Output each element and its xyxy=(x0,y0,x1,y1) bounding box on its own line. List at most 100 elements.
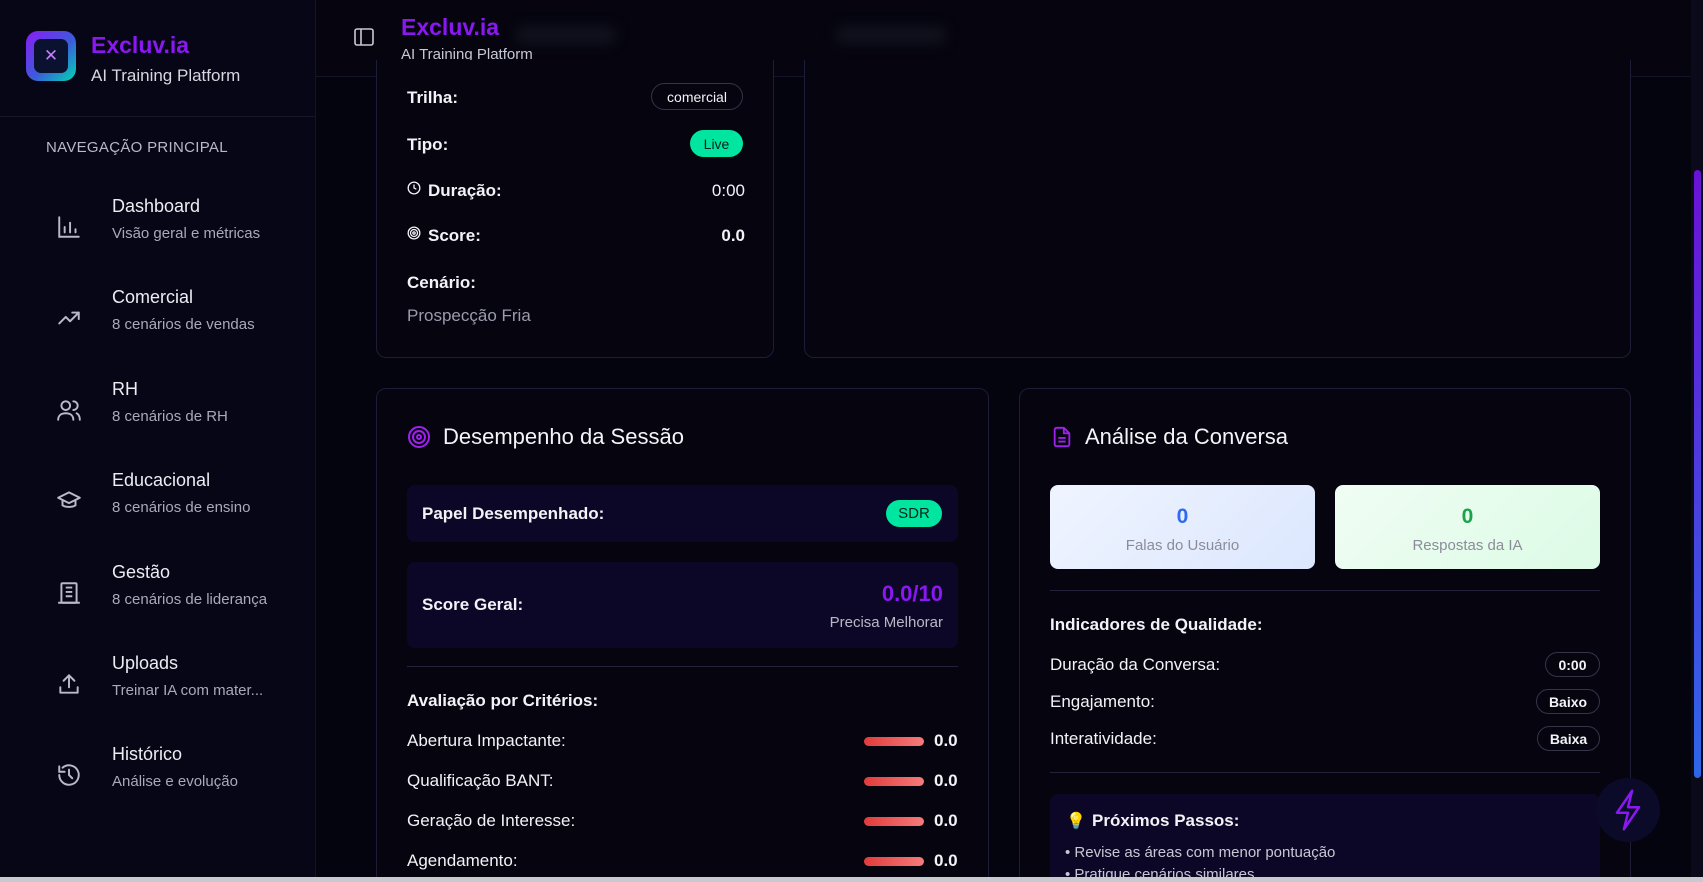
sidebar-item-uploads[interactable]: Uploads Treinar IA com mater... xyxy=(46,647,296,723)
scenario-value: Prospecção Fria xyxy=(407,306,531,325)
quality-title: Indicadores de Qualidade: xyxy=(1050,615,1263,634)
session-info-card: Trilha: comercial Tipo: Live Duração: 0:… xyxy=(376,60,774,358)
type-badge: Live xyxy=(690,130,743,157)
nav-heading: NAVEGAÇÃO PRINCIPAL xyxy=(46,139,228,156)
criterion-label: Abertura Impactante: xyxy=(407,731,566,750)
indicator-label: Interatividade: xyxy=(1050,729,1157,748)
sidebar-item-rh[interactable]: RH 8 cenários de RH xyxy=(46,373,296,449)
sidebar-item-subtitle: 8 cenários de vendas xyxy=(112,316,255,333)
criterion-value: 0.0 xyxy=(934,731,958,750)
brand-header[interactable]: ✕ Excluv.ia AI Training Platform xyxy=(0,0,316,117)
analysis-card: Análise da Conversa 0 Falas do Usuário 0… xyxy=(1019,388,1631,882)
criterion-bar xyxy=(864,737,924,746)
target-icon xyxy=(407,226,421,240)
brand-title: Excluv.ia xyxy=(91,32,190,58)
overall-score-value: 0.0/10 xyxy=(881,581,943,606)
session-panel-card xyxy=(804,60,1631,358)
sidebar-toggle-icon[interactable] xyxy=(354,28,374,46)
sidebar-item-title: Gestão xyxy=(112,562,171,582)
indicator-label: Duração da Conversa: xyxy=(1050,655,1221,674)
score-label: Score: xyxy=(428,226,481,245)
sidebar-item-subtitle: 8 cenários de RH xyxy=(112,408,228,425)
duration-label: Duração: xyxy=(428,181,502,200)
user-turns-box: 0 Falas do Usuário xyxy=(1050,485,1315,569)
criterion-bar xyxy=(864,777,924,786)
overall-score-label: Score Geral: xyxy=(422,595,524,614)
performance-title: Desempenho da Sessão xyxy=(443,424,684,449)
sidebar-item-subtitle: 8 cenários de ensino xyxy=(112,499,251,516)
sidebar-item-subtitle: Análise e evolução xyxy=(112,773,238,790)
bottom-edge xyxy=(0,877,1703,882)
analysis-title: Análise da Conversa xyxy=(1085,424,1289,449)
duration-value: 0:00 xyxy=(711,181,745,200)
sidebar-item-gestao[interactable]: Gestão 8 cenários de liderança xyxy=(46,556,296,632)
track-label: Trilha: xyxy=(407,88,459,107)
criterion-label: Qualificação BANT: xyxy=(407,771,554,790)
sidebar-item-educacional[interactable]: Educacional 8 cenários de ensino xyxy=(46,464,296,540)
building-icon xyxy=(58,582,80,604)
criterion-value: 0.0 xyxy=(934,811,958,830)
indicator-label: Engajamento: xyxy=(1050,692,1155,711)
indicator-badge: 0:00 xyxy=(1545,652,1600,677)
history-icon xyxy=(58,764,80,786)
next-steps-title: Próximos Passos: xyxy=(1092,811,1240,830)
criterion-label: Geração de Interesse: xyxy=(407,811,576,830)
sidebar-item-subtitle: 8 cenários de liderança xyxy=(112,591,268,608)
user-turns-count: 0 xyxy=(1176,505,1189,528)
divider xyxy=(1050,590,1600,591)
brand-subtitle: AI Training Platform xyxy=(91,66,241,85)
ai-responses-count: 0 xyxy=(1461,505,1474,528)
sidebar: ✕ Excluv.ia AI Training Platform NAVEGAÇ… xyxy=(0,0,316,882)
divider xyxy=(407,666,958,667)
sidebar-item-dashboard[interactable]: Dashboard Visão geral e métricas xyxy=(46,190,296,266)
role-badge: SDR xyxy=(886,500,942,527)
app-root: ✕ Excluv.ia AI Training Platform NAVEGAÇ… xyxy=(0,0,1703,882)
next-step-item: • Revise as áreas com menor pontuação xyxy=(1065,844,1336,861)
ai-responses-box: 0 Respostas da IA xyxy=(1335,485,1600,569)
scenario-label: Cenário: xyxy=(407,273,476,292)
role-row: Papel Desempenhado: SDR xyxy=(407,485,958,542)
document-icon xyxy=(1053,426,1071,448)
criterion-value: 0.0 xyxy=(934,851,958,870)
sidebar-item-title: Uploads xyxy=(112,653,179,673)
lightbulb-icon: 💡 xyxy=(1066,813,1086,830)
overall-score-status: Precisa Melhorar xyxy=(829,614,943,631)
blurred-text xyxy=(836,26,946,44)
sidebar-item-title: Histórico xyxy=(112,744,183,764)
sidebar-item-historico[interactable]: Histórico Análise e evolução xyxy=(46,738,296,814)
sidebar-item-subtitle: Treinar IA com mater... xyxy=(112,682,264,699)
sidebar-item-title: Educacional xyxy=(112,470,211,490)
overall-score-row: Score Geral: 0.0/10 Precisa Melhorar xyxy=(407,562,958,648)
floating-action-button[interactable] xyxy=(1596,778,1660,842)
performance-card: Desempenho da Sessão Papel Desempenhado:… xyxy=(376,388,989,882)
role-label: Papel Desempenhado: xyxy=(422,504,605,523)
next-steps-box: 💡 Próximos Passos: • Revise as áreas com… xyxy=(1050,794,1600,882)
indicator-badge: Baixo xyxy=(1536,689,1600,714)
sidebar-item-title: Dashboard xyxy=(112,196,201,216)
indicator-badge: Baixa xyxy=(1537,726,1600,751)
target-icon xyxy=(408,426,430,448)
sidebar-item-comercial[interactable]: Comercial 8 cenários de vendas xyxy=(46,281,296,357)
type-label: Tipo: xyxy=(407,135,449,154)
divider xyxy=(1050,772,1600,773)
trending-up-icon xyxy=(58,311,80,325)
track-badge: comercial xyxy=(651,83,743,110)
clock-icon xyxy=(407,181,421,195)
topbar-title: Excluv.ia xyxy=(401,14,500,40)
blurred-text xyxy=(516,26,616,44)
sidebar-item-subtitle: Visão geral e métricas xyxy=(112,225,261,242)
sidebar-item-title: RH xyxy=(112,379,138,399)
scrollbar-thumb[interactable] xyxy=(1694,170,1701,778)
ai-responses-label: Respostas da IA xyxy=(1412,537,1523,554)
criterion-bar xyxy=(864,817,924,826)
users-icon xyxy=(57,400,81,421)
upload-icon xyxy=(59,674,79,694)
criterion-bar xyxy=(864,857,924,866)
brand-logo: ✕ xyxy=(26,31,76,81)
criterion-value: 0.0 xyxy=(934,771,958,790)
criterion-label: Agendamento: xyxy=(407,851,518,870)
user-turns-label: Falas do Usuário xyxy=(1125,537,1240,554)
sidebar-item-title: Comercial xyxy=(112,287,194,307)
bar-chart-icon xyxy=(58,216,80,238)
page-scrollbar[interactable] xyxy=(1691,0,1703,882)
